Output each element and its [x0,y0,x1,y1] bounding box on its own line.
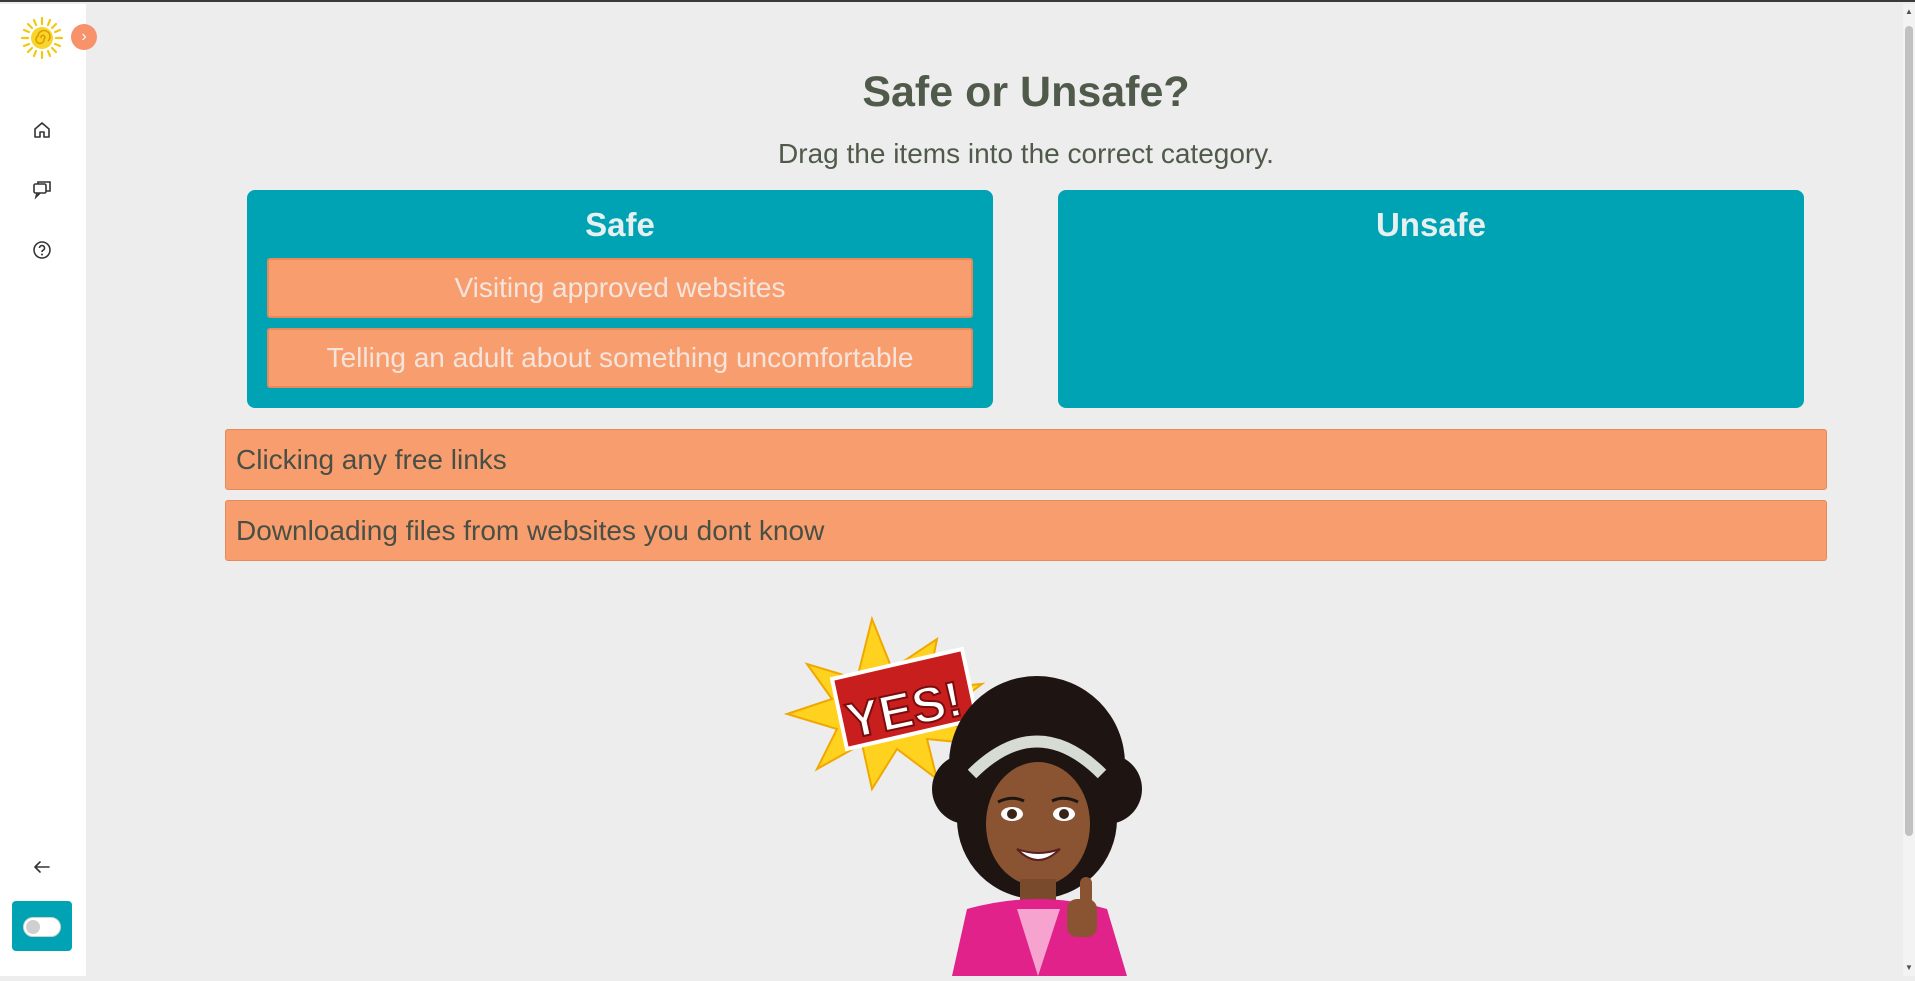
sorted-item[interactable]: Telling an adult about something uncomfo… [267,328,973,388]
expand-sidebar-button[interactable]: › [71,24,97,50]
scroll-down-icon[interactable]: ▼ [1903,962,1915,974]
sorted-item[interactable]: Visiting approved websites [267,258,973,318]
vertical-scrollbar[interactable]: ▲ ▼ [1903,4,1915,976]
page-title: Safe or Unsafe? [862,68,1190,116]
scroll-up-icon[interactable]: ▲ [1903,6,1915,18]
sidebar: › [0,4,97,976]
category-title-safe: Safe [585,206,655,243]
draggable-item[interactable]: Downloading files from websites you dont… [225,500,1827,561]
back-arrow-icon[interactable] [30,855,54,879]
instructions: Drag the items into the correct category… [778,138,1274,169]
activity-area: Safe or Unsafe? Drag the items into the … [86,4,1903,976]
chat-icon[interactable] [30,178,54,202]
category-title-unsafe: Unsafe [1375,206,1487,243]
thumbs-up-character: YES! [762,609,1222,976]
help-icon[interactable] [30,238,54,262]
safe-drop-zone[interactable]: Safe Visiting approved websites Telling … [247,190,993,408]
sun-logo-icon[interactable] [20,16,64,60]
scroll-thumb[interactable] [1905,26,1913,836]
home-icon[interactable] [30,118,54,142]
toggle-switch[interactable] [23,917,61,937]
draggable-item[interactable]: Clicking any free links [225,429,1827,490]
toggle-knob [26,920,40,934]
theme-toggle-button[interactable] [12,901,72,951]
unsafe-drop-zone[interactable]: Unsafe [1058,190,1804,408]
